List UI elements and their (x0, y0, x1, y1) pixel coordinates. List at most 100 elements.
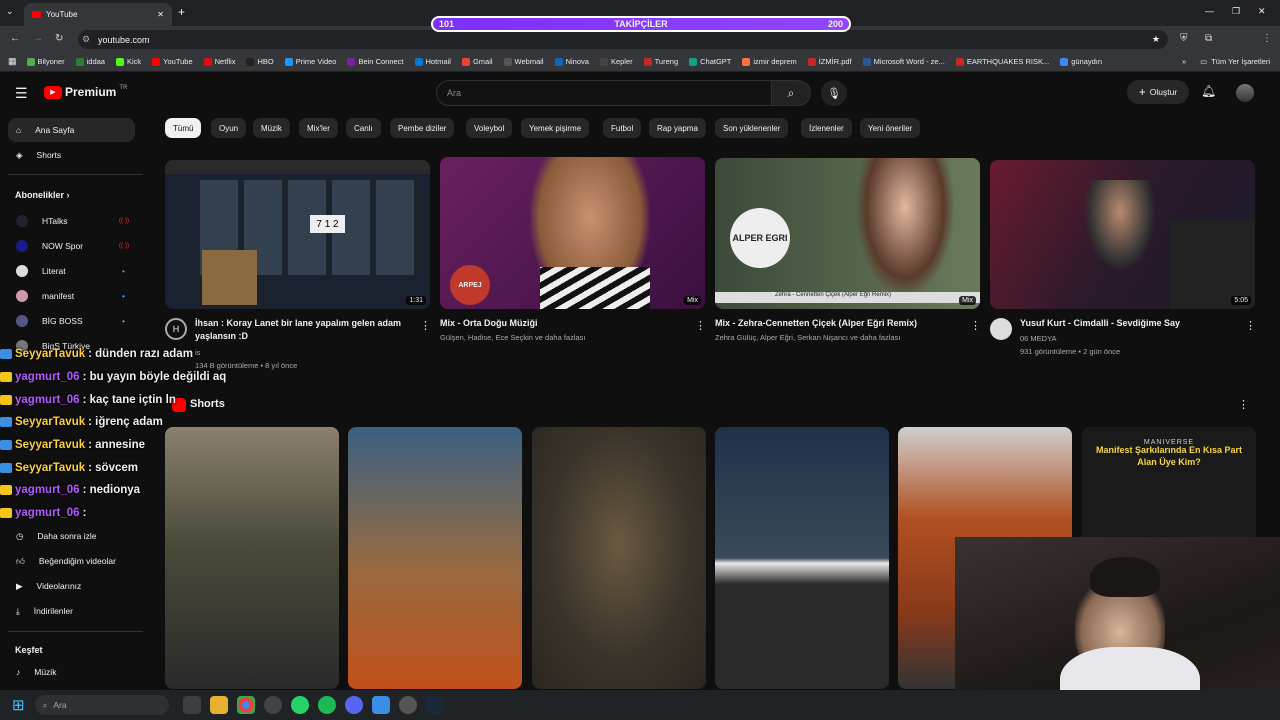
sidebar-item-downloads[interactable]: ⤓ İndirilenler (8, 599, 135, 623)
video-thumbnail-4[interactable]: 5:05 (990, 160, 1255, 309)
taskbar-search[interactable]: ⌕ Ara (34, 695, 169, 715)
short-thumbnail-4[interactable] (715, 427, 889, 689)
sidebar-sub-item[interactable]: NOW Spor ((·)) (8, 234, 135, 258)
filter-chip[interactable]: Yeni öneriler (860, 118, 921, 138)
video-channel[interactable]: Zehra Gülüç, Alper Eğri, Serkan Nişancı … (715, 332, 901, 344)
reload-icon[interactable]: ↻ (55, 33, 63, 44)
sidebar-item-music[interactable]: ♪ Müzik (8, 660, 135, 684)
sidebar-sub-item[interactable]: HTalks ((·)) (8, 209, 135, 233)
spotify-icon[interactable] (317, 696, 336, 714)
sidebar-item-your-videos[interactable]: ▶ Videolarınız (8, 574, 135, 598)
tab-youtube[interactable]: YouTube ✕ (24, 3, 172, 26)
channel-avatar[interactable] (990, 318, 1012, 340)
bookmark-item[interactable]: Tureng (643, 57, 678, 66)
more-options-icon[interactable]: ⋮ (970, 319, 981, 332)
bookmark-item[interactable]: Kepler (599, 57, 633, 66)
short-thumbnail-2[interactable] (348, 427, 522, 689)
bookmark-item[interactable]: Bilyoner (26, 57, 65, 66)
discord-icon[interactable] (344, 696, 363, 714)
bookmark-item[interactable]: Ninova (554, 57, 589, 66)
back-icon[interactable]: ← (10, 33, 20, 44)
sidebar-sub-item[interactable]: manifest • (8, 284, 135, 308)
sidebar-item-watch-later[interactable]: ◷ Daha sonra izle (8, 524, 135, 548)
site-info-icon[interactable]: ⚙ (82, 34, 90, 45)
video-title[interactable]: İhsan : Koray Lanet bir lane yapalım gel… (195, 317, 415, 343)
filter-chip[interactable]: Son yüklenenler (715, 118, 789, 138)
tab-list-chevron-icon[interactable]: ⌄ (6, 6, 14, 17)
channel-avatar[interactable]: H (165, 318, 187, 340)
all-bookmarks[interactable]: ▭ Tüm Yer İşaretleri (1200, 57, 1270, 66)
notifications-bell-icon[interactable]: 🔔︎ (1201, 84, 1216, 98)
bookmark-item[interactable]: Webmail (503, 57, 544, 66)
shield-icon[interactable]: ⛨ (1180, 33, 1188, 44)
bookmark-item[interactable]: Prime Video (284, 57, 336, 66)
bookmark-item[interactable]: izmir deprem (742, 57, 797, 66)
task-view-icon[interactable] (182, 696, 201, 714)
menu-kebab-icon[interactable]: ⋮ (1262, 33, 1272, 44)
bookmark-item[interactable]: Microsoft Word - ze... (862, 57, 945, 66)
bookmark-item[interactable]: Kick (115, 57, 141, 66)
more-options-icon[interactable]: ⋮ (695, 319, 706, 332)
filter-chip[interactable]: Oyun (211, 118, 247, 138)
address-bar[interactable]: youtube.com ★ (78, 30, 1168, 49)
create-button[interactable]: + Oluştur (1127, 80, 1189, 104)
account-avatar[interactable] (1236, 84, 1254, 102)
video-channel[interactable]: 06 MEDYA (1020, 333, 1057, 345)
voice-search-mic-icon[interactable]: 🎙︎ (821, 80, 847, 106)
chrome-icon[interactable] (236, 696, 255, 714)
shorts-more-icon[interactable]: ⋮ (1238, 398, 1249, 411)
bookmark-item[interactable]: HBO (246, 57, 274, 66)
more-bookmarks-icon[interactable]: » (1182, 57, 1186, 66)
filter-chip[interactable]: Mix'ler (299, 118, 338, 138)
filter-chip[interactable]: Tümü (165, 118, 202, 138)
subscriptions-header[interactable]: Abonelikler › (15, 190, 70, 200)
bookmark-item[interactable]: iddaa (75, 57, 105, 66)
short-thumbnail-3[interactable] (532, 427, 706, 689)
more-options-icon[interactable]: ⋮ (420, 319, 431, 332)
sidebar-item-home[interactable]: ⌂ Ana Sayfa (8, 118, 135, 142)
sidebar-sub-item[interactable]: Literat • (8, 259, 135, 283)
extensions-icon[interactable]: ⧉ (1205, 33, 1212, 44)
bookmark-item[interactable]: günaydın (1060, 57, 1102, 66)
new-tab-icon[interactable]: + (178, 5, 185, 19)
filter-chip[interactable]: Yemek pişirme (521, 118, 590, 138)
maximize-icon[interactable]: ❐ (1232, 6, 1240, 17)
filter-chip[interactable]: Futbol (603, 118, 642, 138)
video-title[interactable]: Yusuf Kurt - Cimdalli - Sevdiğime Say (1020, 317, 1240, 330)
bookmark-item[interactable]: EARTHQUAKES RISK... (955, 57, 1049, 66)
app-icon[interactable] (371, 696, 390, 714)
windows-start-icon[interactable]: ⊞ (12, 696, 25, 714)
obs-icon[interactable] (398, 696, 417, 714)
video-title[interactable]: Mix - Orta Doğu Müziği (440, 317, 690, 330)
whatsapp-icon[interactable] (290, 696, 309, 714)
sidebar-item-liked[interactable]: 👍︎ Beğendiğim videolar (8, 549, 135, 573)
search-input[interactable]: Ara (436, 80, 772, 106)
filter-chip[interactable]: İzlenenler (801, 118, 852, 138)
tab-close-icon[interactable]: ✕ (157, 10, 164, 19)
app-icon[interactable] (263, 696, 282, 714)
more-options-icon[interactable]: ⋮ (1245, 319, 1256, 332)
steam-icon[interactable] (425, 696, 444, 714)
video-thumbnail-2[interactable]: ARPEJ Mix (440, 157, 705, 309)
video-channel[interactable]: Gülşen, Hadise, Ece Seçkin ve daha fazla… (440, 332, 586, 344)
sidebar-item-shorts[interactable]: ◈ Shorts (8, 143, 135, 167)
minimize-icon[interactable]: — (1205, 6, 1214, 16)
forward-icon[interactable]: → (33, 33, 43, 44)
bookmark-item[interactable]: ChatGPT (689, 57, 731, 66)
file-explorer-icon[interactable] (209, 696, 228, 714)
bookmark-item[interactable]: Gmail (461, 57, 493, 66)
bookmark-item[interactable]: Hotmail (414, 57, 451, 66)
bookmark-item[interactable]: Netflix (203, 57, 235, 66)
video-title[interactable]: Mix - Zehra-Cennetten Çiçek (Alper Eğri … (715, 317, 965, 330)
filter-chip[interactable]: Müzik (253, 118, 290, 138)
filter-chip[interactable]: Rap yapma (649, 118, 706, 138)
filter-chip[interactable]: Canlı (346, 118, 381, 138)
video-thumbnail-1[interactable]: 7 1 2 1:31 (165, 160, 430, 309)
bookmark-item[interactable]: YouTube (152, 57, 193, 66)
window-close-icon[interactable]: ✕ (1258, 6, 1266, 17)
filter-chip[interactable]: Voleybol (466, 118, 513, 138)
sidebar-sub-item[interactable]: BİG BOSS • (8, 309, 135, 333)
yt-logo[interactable]: ▶ Premium TR (44, 85, 127, 99)
hamburger-menu-icon[interactable]: ☰ (15, 85, 28, 102)
bookmark-item[interactable]: Bein Connect (347, 57, 404, 66)
